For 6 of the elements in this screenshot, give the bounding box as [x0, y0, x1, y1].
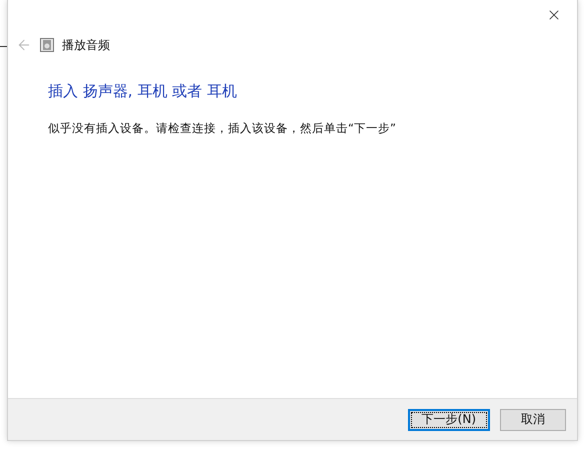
next-button[interactable]: 下一步(N) — [408, 408, 490, 430]
wizard-title: 播放音频 — [62, 36, 110, 54]
heading: 插入 扬声器, 耳机 或者 耳机 — [48, 82, 238, 101]
instruction-text: 似乎没有插入设备。请检查连接，插入该设备，然后单击“下一步” — [48, 121, 397, 136]
cancel-button[interactable]: 取消 — [500, 408, 566, 430]
speaker-icon — [40, 38, 54, 52]
